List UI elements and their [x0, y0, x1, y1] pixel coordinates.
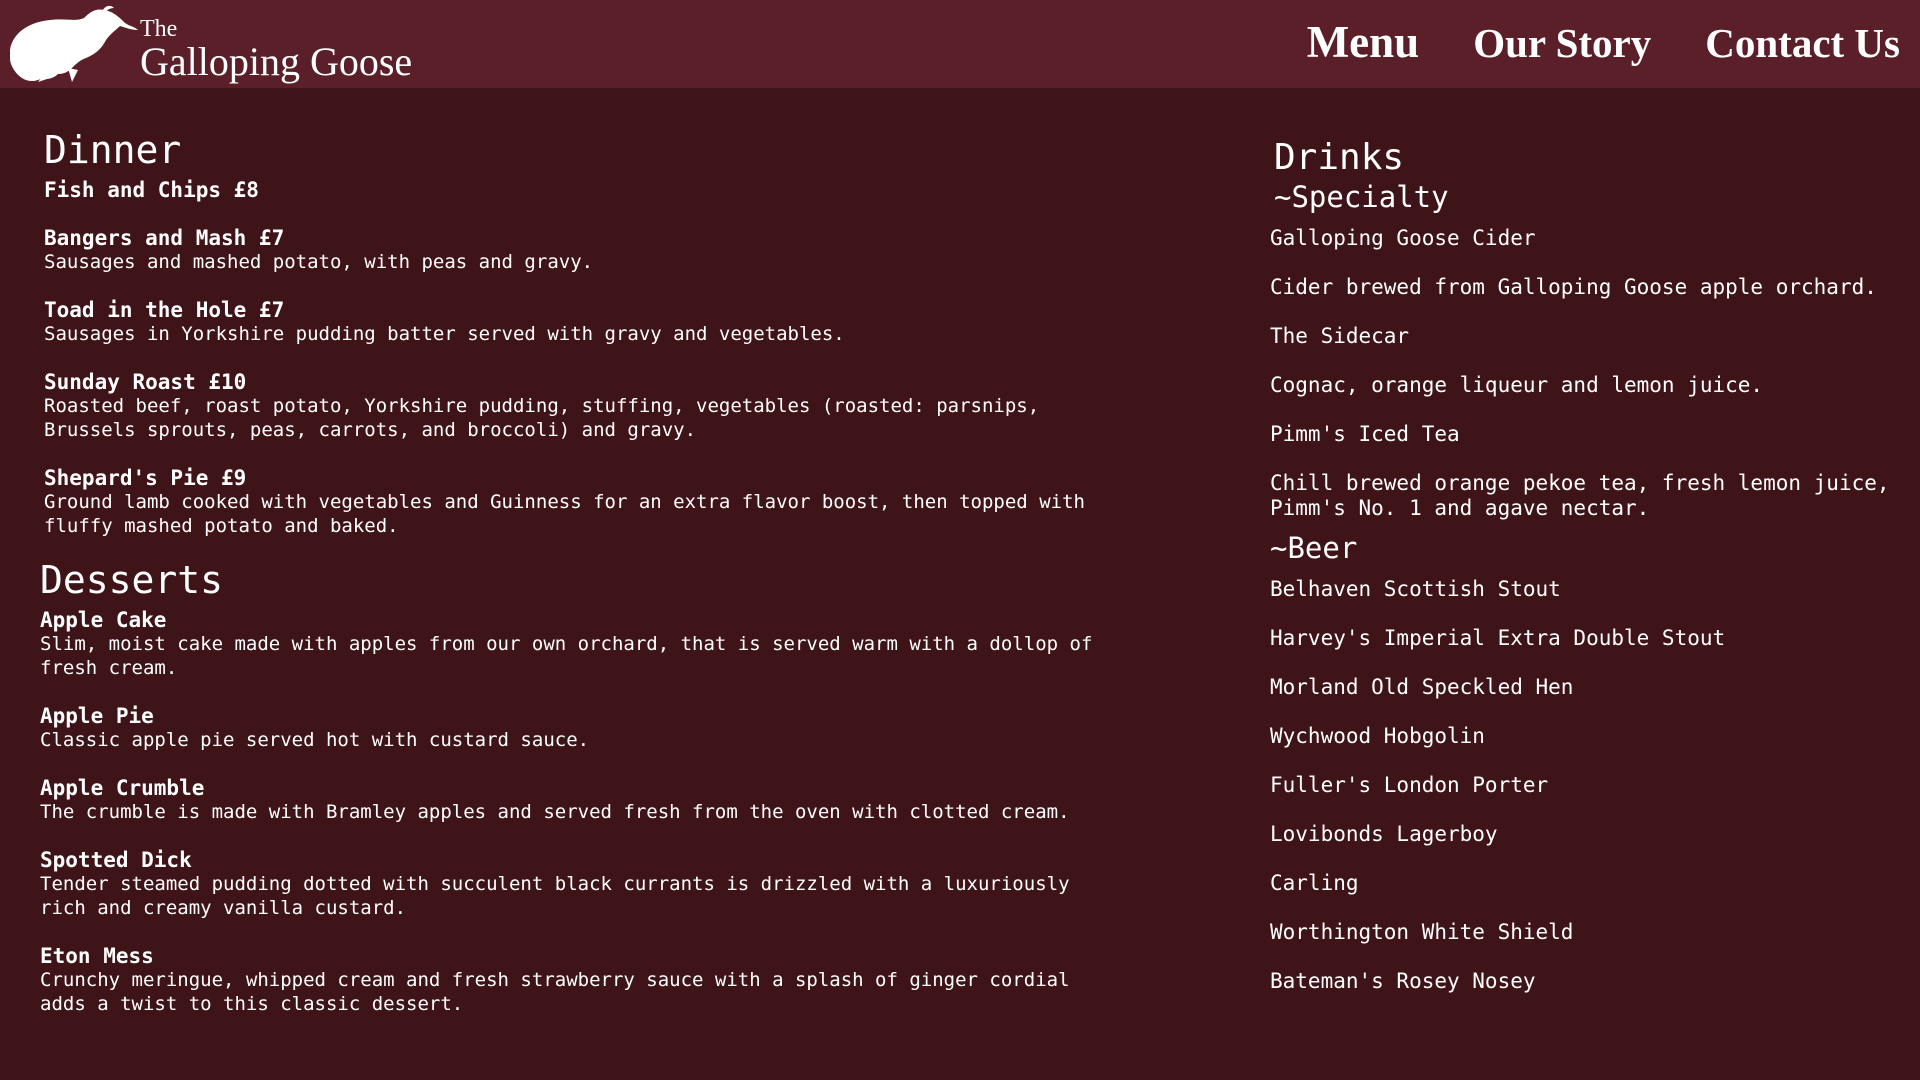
menu-item-desc: Tender steamed pudding dotted with succu… [40, 873, 1070, 919]
menu-item-desc: Ground lamb cooked with vegetables and G… [44, 491, 1085, 537]
menu-item: Sunday Roast £10 Roasted beef, roast pot… [44, 370, 1144, 442]
beer-item: Belhaven Scottish Stout [1270, 577, 1561, 601]
menu-item-desc: The crumble is made with Bramley apples … [40, 801, 1070, 823]
menu-item-desc: Sausages in Yorkshire pudding batter ser… [44, 323, 845, 345]
drink-item-desc: Cider brewed from Galloping Goose apple … [1270, 275, 1877, 299]
menu-item-name: Apple Pie [40, 704, 154, 728]
menu-item: Apple Crumble The crumble is made with B… [40, 776, 1140, 824]
menu-item-desc: Roasted beef, roast potato, Yorkshire pu… [44, 395, 1040, 441]
beer-item: Wychwood Hobgolin [1270, 724, 1485, 748]
site-header: The Galloping Goose Menu Our Story Conta… [0, 0, 1920, 88]
menu-item: Bangers and Mash £7 Sausages and mashed … [44, 226, 1144, 274]
main-nav: Menu Our Story Contact Us [1307, 16, 1900, 68]
specialty-title: ~Specialty [1274, 180, 1449, 214]
menu-item-desc: Slim, moist cake made with apples from o… [40, 633, 1093, 679]
menu-item: Shepard's Pie £9 Ground lamb cooked with… [44, 466, 1144, 538]
site-logo[interactable]: The Galloping Goose [6, 4, 446, 84]
beer-item: Bateman's Rosey Nosey [1270, 969, 1536, 993]
menu-item-name: Apple Crumble [40, 776, 205, 800]
nav-contact-us-link[interactable]: Contact Us [1705, 19, 1900, 67]
desserts-section: Desserts Apple Cake Slim, moist cake mad… [40, 556, 1140, 1016]
drink-item: Pimm's Iced Tea [1270, 422, 1460, 446]
beer-title: ~Beer [1270, 531, 1358, 565]
menu-item-name: Spotted Dick [40, 848, 192, 872]
menu-item: Apple Cake Slim, moist cake made with ap… [40, 608, 1140, 680]
beer-list: Belhaven Scottish Stout Harvey's Imperia… [1270, 577, 1910, 994]
menu-item-name: Sunday Roast £10 [44, 370, 247, 394]
menu-item-name: Bangers and Mash £7 [44, 226, 285, 250]
beer-item: Lovibonds Lagerboy [1270, 822, 1498, 846]
goose-logo-icon [10, 5, 138, 82]
menu-item-name: Toad in the Hole £7 [44, 298, 285, 322]
menu-item-desc: Crunchy meringue, whipped cream and fres… [40, 969, 1070, 1015]
drinks-section: Drinks ~Specialty Galloping Goose Cider … [1270, 134, 1910, 994]
menu-item-name: Apple Cake [40, 608, 167, 632]
logo-name-text: Galloping Goose [140, 39, 413, 84]
beer-item: Harvey's Imperial Extra Double Stout [1270, 626, 1726, 650]
nav-our-story-link[interactable]: Our Story [1473, 19, 1651, 67]
desserts-title: Desserts [40, 558, 224, 602]
menu-item: Spotted Dick Tender steamed pudding dott… [40, 848, 1140, 920]
drink-item: The Sidecar [1270, 324, 1410, 348]
menu-item-name: Fish and Chips £8 [44, 178, 259, 202]
specialty-list: Galloping Goose Cider Cider brewed from … [1270, 226, 1910, 521]
dinner-title: Dinner [44, 128, 182, 172]
menu-item-desc: Sausages and mashed potato, with peas an… [44, 251, 594, 273]
beer-item: Morland Old Speckled Hen [1270, 675, 1574, 699]
beer-item: Fuller's London Porter [1270, 773, 1549, 797]
drinks-title: Drinks [1274, 137, 1405, 178]
menu-item-desc: Classic apple pie served hot with custar… [40, 729, 590, 751]
beer-item: Carling [1270, 871, 1359, 895]
menu-item-name: Shepard's Pie £9 [44, 466, 247, 490]
drink-item-desc: Cognac, orange liqueur and lemon juice. [1270, 373, 1764, 397]
drink-item-desc: Chill brewed orange pekoe tea, fresh lem… [1270, 471, 1890, 520]
menu-item: Toad in the Hole £7 Sausages in Yorkshir… [44, 298, 1144, 346]
drink-item: Galloping Goose Cider [1270, 226, 1536, 250]
menu-item: Fish and Chips £8 [44, 178, 1144, 202]
menu-item-name: Eton Mess [40, 944, 154, 968]
beer-item: Worthington White Shield [1270, 920, 1574, 944]
nav-menu-link[interactable]: Menu [1307, 16, 1420, 68]
menu-item: Apple Pie Classic apple pie served hot w… [40, 704, 1140, 752]
dinner-section: Dinner Fish and Chips £8 Bangers and Mas… [44, 126, 1144, 538]
menu-item: Eton Mess Crunchy meringue, whipped crea… [40, 944, 1140, 1016]
